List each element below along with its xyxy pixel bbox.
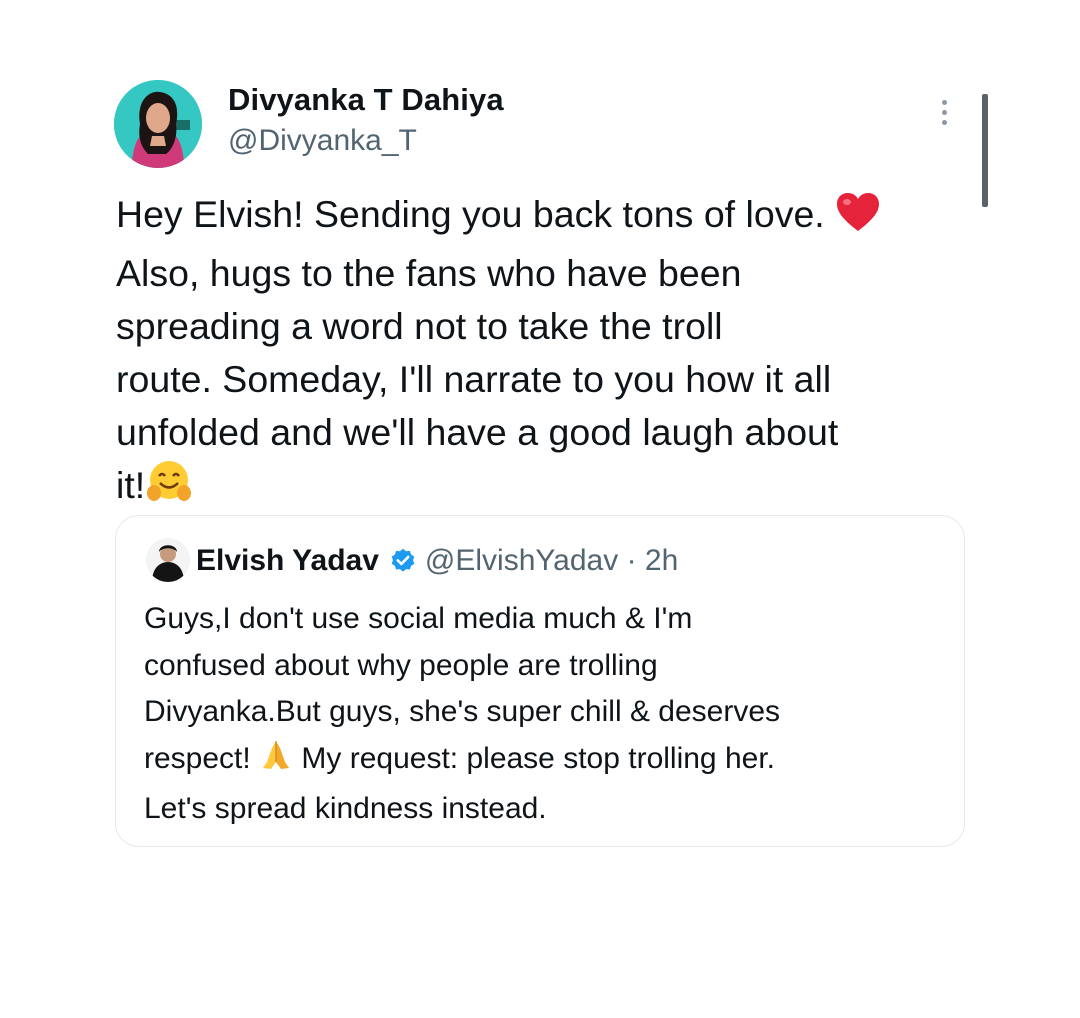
separator: · [626, 544, 637, 577]
quoted-line: Let's spread kindness instead. [144, 792, 547, 825]
author-avatar[interactable] [114, 80, 202, 168]
quoted-time[interactable]: 2h [645, 544, 678, 578]
author-name[interactable]: Divyanka T Dahiya [228, 82, 504, 118]
folded-hands-icon [259, 738, 293, 787]
tweet-text: Hey Elvish! Sending you back tons of lov… [116, 188, 986, 518]
tweet-card: Divyanka T Dahiya @Divyanka_T Hey Elvish… [0, 0, 1080, 1018]
quoted-author-handle[interactable]: @ElvishYadav [425, 544, 618, 578]
quoted-tweet[interactable]: Elvish Yadav @ElvishYadav · 2h Guys,I do… [115, 515, 965, 847]
quoted-line: Guys,I don't use social media much & I'm [144, 602, 693, 635]
tweet-line: Also, hugs to the fans who have been [116, 252, 742, 294]
tweet-line: it! [116, 459, 986, 518]
tweet-line: unfolded and we'll have a good laugh abo… [116, 411, 839, 453]
tweet-line: Hey Elvish! Sending you back tons of lov… [116, 188, 986, 247]
quoted-line: Divyanka.But guys, she's super chill & d… [144, 695, 781, 728]
tweet-line: route. Someday, I'll narrate to you how … [116, 358, 832, 400]
quoted-author-avatar[interactable] [146, 538, 190, 582]
verified-badge-icon [389, 547, 417, 575]
quoted-line: confused about why people are trolling [144, 648, 658, 682]
author-handle[interactable]: @Divyanka_T [228, 124, 417, 158]
more-vertical-icon[interactable] [934, 100, 954, 134]
quoted-text: Guys,I don't use social media much & I'm… [144, 596, 944, 833]
red-heart-icon [835, 191, 881, 247]
quoted-author-name[interactable]: Elvish Yadav [196, 544, 379, 578]
hugging-face-icon [145, 460, 193, 518]
quoted-line: respect! My request: please stop trollin… [144, 736, 944, 787]
quoted-header: Elvish Yadav @ElvishYadav · 2h [196, 544, 678, 578]
tweet-line: spreading a word not to take the troll [116, 305, 723, 347]
